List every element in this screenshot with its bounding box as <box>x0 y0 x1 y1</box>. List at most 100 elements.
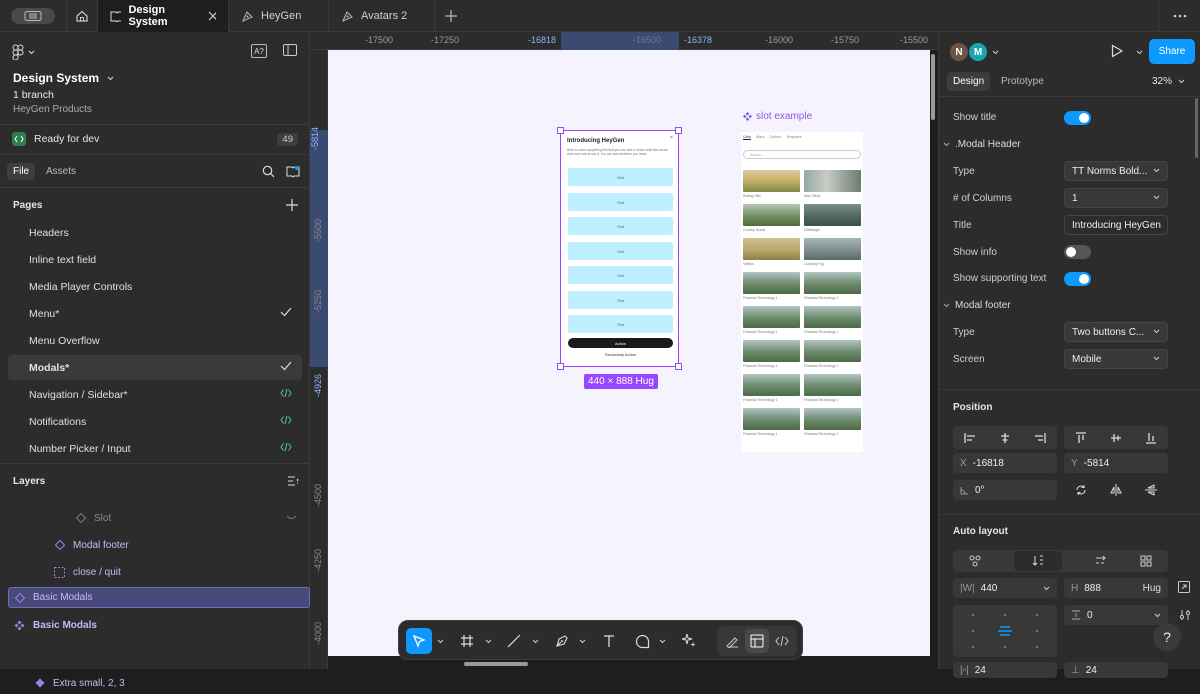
layer-item-basic-modals[interactable]: Basic Modals <box>0 614 310 636</box>
thumbnail[interactable] <box>804 238 861 260</box>
move-tool-button[interactable] <box>406 628 432 654</box>
modal-footer-section[interactable]: Modal footer <box>943 300 1011 311</box>
thumbnail[interactable] <box>743 272 800 294</box>
design-mode-button[interactable] <box>745 629 769 653</box>
dev-mode-button[interactable] <box>770 629 794 653</box>
slot[interactable]: Slot <box>568 242 673 260</box>
avatar[interactable]: M <box>968 42 988 62</box>
align-left-icon[interactable] <box>964 432 976 443</box>
frame-tool-button[interactable] <box>454 628 480 654</box>
y-position-field[interactable]: Y -5814 <box>1064 453 1168 473</box>
padding-vertical-field[interactable]: ⊥ 24 <box>1064 662 1168 678</box>
ready-for-dev-row[interactable]: Ready for dev 49 <box>12 129 298 149</box>
height-field[interactable]: H 888 Hug <box>1064 578 1168 598</box>
thumbnail[interactable] <box>743 238 800 260</box>
show-info-toggle[interactable] <box>1064 245 1091 259</box>
clip-content-button[interactable] <box>1178 581 1190 593</box>
share-button[interactable]: Share <box>1149 39 1195 64</box>
library-button[interactable] <box>286 165 300 178</box>
layer-item-modal-footer[interactable]: Modal footer <box>0 534 310 556</box>
footer-type-dropdown[interactable]: Two buttons C... <box>1064 322 1168 342</box>
layout-settings-button[interactable] <box>1179 609 1191 621</box>
secondary-action-button[interactable]: Secondary Action <box>568 352 673 357</box>
gap-field[interactable]: 0 <box>1064 605 1168 625</box>
layout-vertical-selected[interactable] <box>1014 551 1063 571</box>
padding-horizontal-field[interactable]: |▫| 24 <box>953 662 1057 678</box>
vertical-scrollbar[interactable] <box>931 54 935 120</box>
thumbnail[interactable] <box>743 408 800 430</box>
align-middle-v-icon[interactable] <box>1110 432 1121 444</box>
tab-avatars-2[interactable]: Avatars 2 <box>329 0 435 32</box>
slot[interactable]: Slot <box>568 193 673 211</box>
thumbnail[interactable] <box>804 306 861 328</box>
selection-handle[interactable] <box>557 127 564 134</box>
text-tool-button[interactable] <box>596 628 622 654</box>
arrow-right-icon[interactable] <box>1095 555 1107 567</box>
new-tab-button[interactable] <box>444 9 458 23</box>
align-top-icon[interactable] <box>1076 431 1087 444</box>
selection-handle[interactable] <box>557 363 564 370</box>
flip-vertical-icon[interactable] <box>1144 484 1157 496</box>
slot[interactable]: Slot <box>568 266 673 284</box>
home-button[interactable] <box>66 0 98 32</box>
chevron-down-icon[interactable] <box>659 639 666 644</box>
figma-menu-button[interactable] <box>11 8 55 24</box>
search-button[interactable] <box>262 165 275 178</box>
font-substitution-button[interactable]: A? <box>251 44 267 58</box>
tab-design-system[interactable]: Design System <box>98 0 229 32</box>
draw-mode-button[interactable] <box>720 629 744 653</box>
page-item-modals[interactable]: Modals* <box>8 355 302 380</box>
page-item-inline-text-field[interactable]: Inline text field <box>8 247 302 272</box>
thumbnail[interactable] <box>804 204 861 226</box>
hidden-eye-icon[interactable] <box>286 515 297 521</box>
modal-frame[interactable]: Introducing HeyGen × Here is some suppor… <box>557 127 682 370</box>
thumbnail[interactable] <box>804 374 861 396</box>
screen-dropdown[interactable]: Mobile <box>1064 349 1168 369</box>
chevron-down-icon[interactable] <box>1136 50 1143 55</box>
slot[interactable]: Slot <box>568 315 673 333</box>
close-icon[interactable] <box>208 11 217 21</box>
chevron-down-icon[interactable] <box>532 639 539 644</box>
chevron-down-icon[interactable] <box>992 50 999 55</box>
branch-label[interactable]: 1 branch <box>13 89 54 101</box>
pen-tool-button[interactable] <box>549 628 575 654</box>
columns-dropdown[interactable]: 1 <box>1064 188 1168 208</box>
tab-heygen[interactable]: HeyGen <box>229 0 329 32</box>
alignment-grid[interactable] <box>953 605 1057 657</box>
team-label[interactable]: HeyGen Products <box>13 104 92 115</box>
title-input[interactable]: Introducing HeyGen <box>1064 215 1168 235</box>
chevron-down-icon[interactable] <box>485 639 492 644</box>
more-button[interactable] <box>1158 0 1200 32</box>
thumbnail[interactable] <box>804 408 861 430</box>
line-tool-button[interactable] <box>501 628 527 654</box>
thumbnail[interactable] <box>804 170 861 192</box>
show-supporting-toggle[interactable] <box>1064 272 1091 286</box>
thumbnail[interactable] <box>743 170 800 192</box>
action-button[interactable]: Action <box>568 338 673 348</box>
align-bottom-icon[interactable] <box>1145 432 1156 444</box>
page-item-media-player-controls[interactable]: Media Player Controls <box>8 274 302 299</box>
tab-assets[interactable]: Assets <box>46 166 76 177</box>
modal-header-section[interactable]: .Modal Header <box>943 139 1021 150</box>
thumbnail[interactable] <box>804 340 861 362</box>
page-item-headers[interactable]: Headers <box>8 220 302 245</box>
show-title-toggle[interactable] <box>1064 111 1091 125</box>
layer-item-slot[interactable]: Slot <box>0 507 310 529</box>
thumbnail[interactable] <box>743 204 800 226</box>
page-item-number-picker[interactable]: Number Picker / Input <box>8 436 302 461</box>
add-page-button[interactable] <box>286 199 298 211</box>
toggle-sidebar-button[interactable] <box>283 44 297 56</box>
slot-example-label[interactable]: slot example <box>743 111 812 122</box>
canvas[interactable]: -17500 -17250 -16818 -16500 -16378 -1600… <box>310 32 938 669</box>
slot[interactable]: Slot <box>568 217 673 235</box>
rotate-icon[interactable] <box>1075 484 1087 496</box>
page-item-menu[interactable]: Menu* <box>8 301 302 326</box>
align-center-h-icon[interactable] <box>999 432 1011 443</box>
canvas-area[interactable]: Introducing HeyGen × Here is some suppor… <box>328 50 930 656</box>
slot-example-frame[interactable]: Color Black Options Templates Search Rol… <box>741 132 863 452</box>
rotation-field[interactable]: 0° <box>953 480 1057 500</box>
type-dropdown[interactable]: TT Norms Bold... <box>1064 161 1168 181</box>
tab-file[interactable]: File <box>7 163 36 180</box>
panel-scrollbar[interactable] <box>1195 98 1198 158</box>
thumbnail[interactable] <box>743 340 800 362</box>
